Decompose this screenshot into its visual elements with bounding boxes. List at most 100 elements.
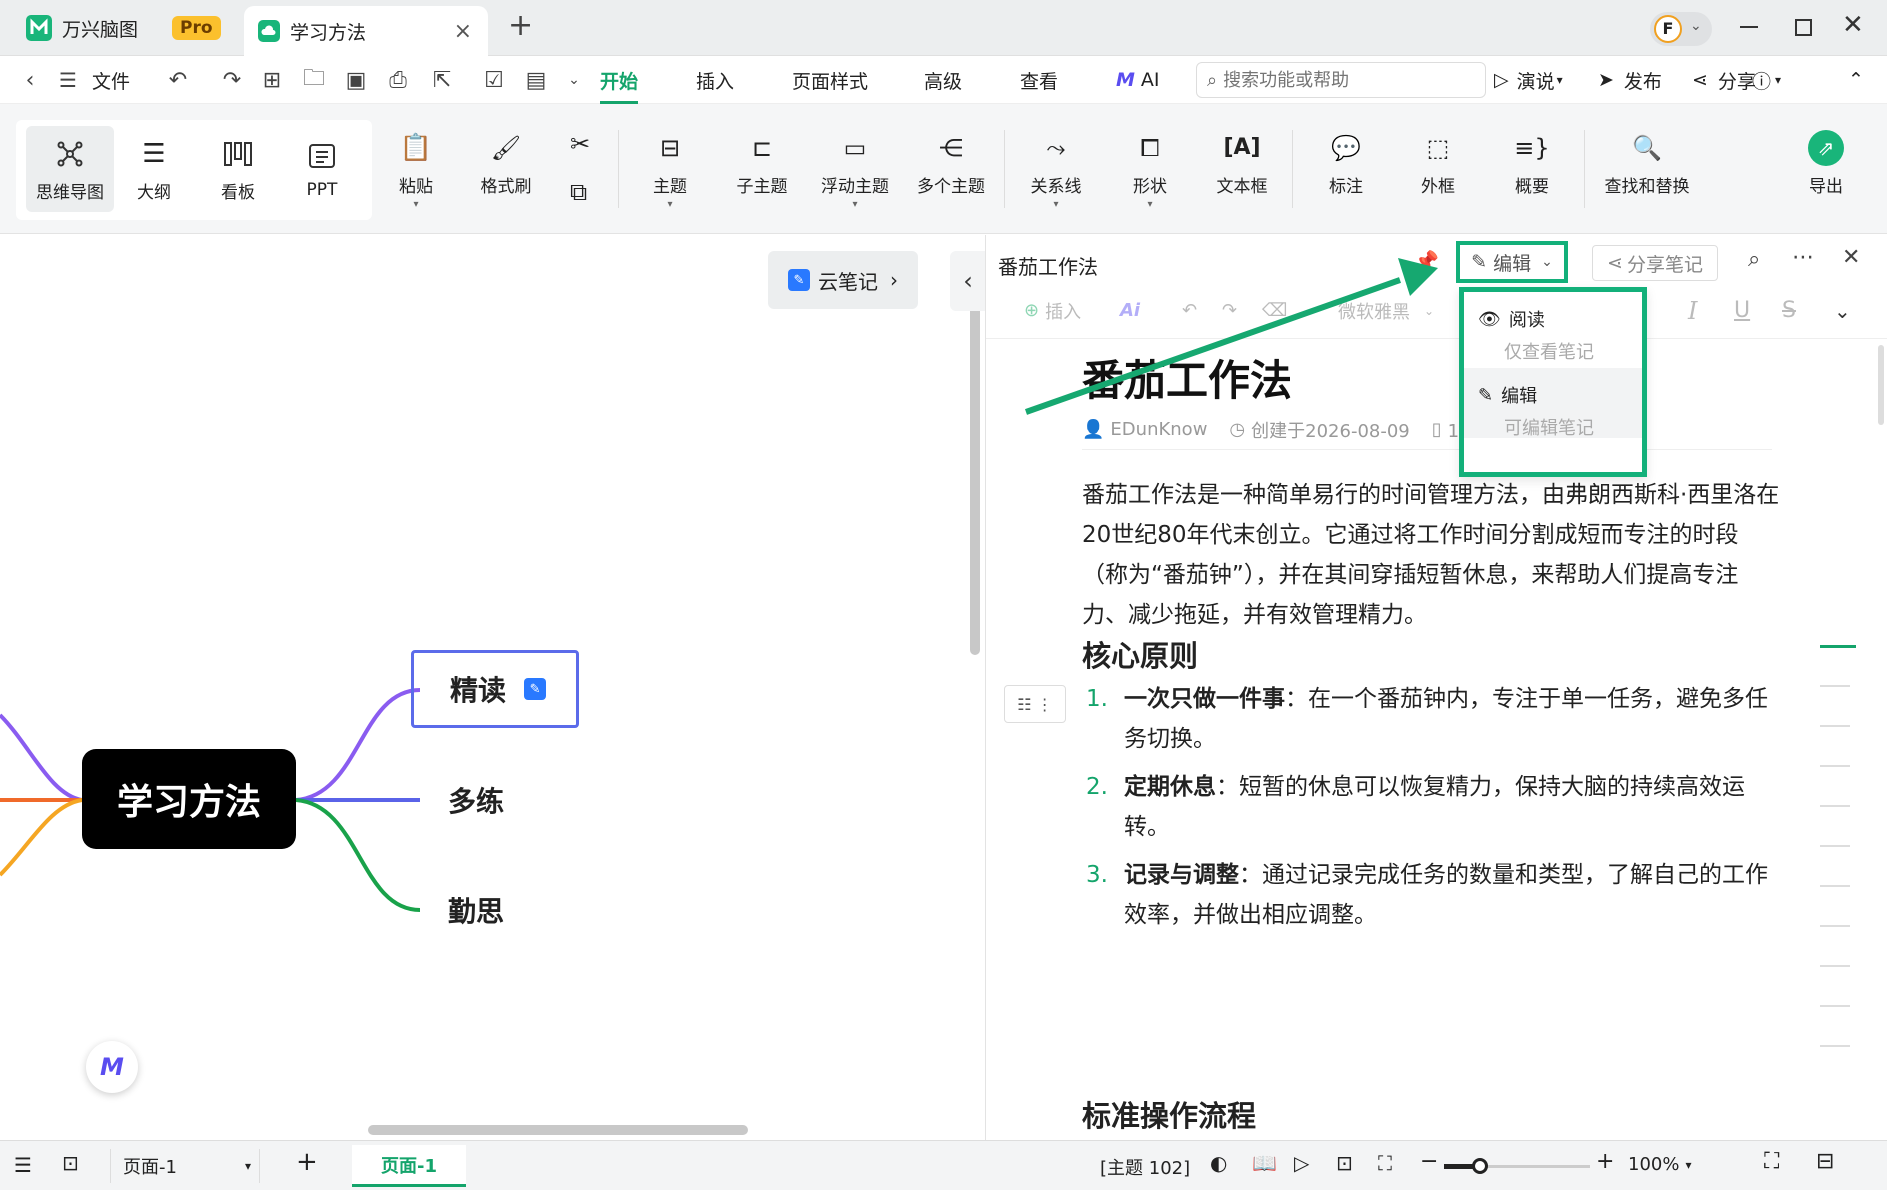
present-button[interactable]: ▷ 演说 ▾ [1494,56,1563,104]
format-painter-button[interactable]: 🖌 格式刷 [470,104,542,234]
maximize-button[interactable] [1795,19,1812,36]
zoom-slider[interactable] [1444,1158,1590,1174]
note-intro[interactable]: 番茄工作法是一种简单易行的时间管理方法，由弗朗西斯科·西里洛在20世纪80年代末… [1082,475,1782,635]
close-panel-icon[interactable]: ✕ [1842,245,1860,270]
view-ppt[interactable]: PPT [286,104,358,234]
floating-topic-button[interactable]: ▭ 浮动主题 ▾ [812,104,898,234]
principle-3[interactable]: 3. 记录与调整：通过记录完成任务的数量和类型，了解自己的工作效率，并做出相应调… [1086,855,1786,935]
subtopic-duolian[interactable]: 多练 [448,780,504,820]
search-box[interactable]: ⌕ [1196,62,1486,98]
cut-icon[interactable]: ✂ [570,130,590,158]
ai-assistant-button[interactable]: M [86,1041,138,1093]
save-icon[interactable]: ▣ [342,66,370,94]
outline-tick[interactable] [1820,1005,1850,1007]
share-button[interactable]: ⋖ 分享 [1692,56,1756,104]
new-tab-button[interactable]: + [508,8,533,43]
tab-page-style[interactable]: 页面样式 [792,56,868,104]
principle-1[interactable]: 1. 一次只做一件事：在一个番茄钟内，专注于单一任务，避免多任务切换。 [1086,679,1786,759]
print-icon[interactable]: ⎙ [384,66,412,94]
export-button[interactable]: ⇗ 导出 [1790,104,1862,234]
italic-icon[interactable]: I [1688,297,1697,325]
outline-tick[interactable] [1820,885,1850,887]
edit-mode-button[interactable]: ✎ 编辑 ⌄ [1456,241,1568,283]
close-tab-icon[interactable]: × [454,19,472,44]
undo-icon[interactable]: ↶ [164,66,192,94]
share-note-button[interactable]: ⋖ 分享笔记 [1592,245,1718,281]
outline-tick[interactable] [1820,765,1850,767]
close-window-button[interactable]: ✕ [1842,10,1864,40]
fullscreen-icon[interactable]: ⛶ [1764,1149,1779,1174]
collapse-ribbon-icon[interactable]: ⌃ [1848,56,1864,104]
slides-view-icon[interactable]: ⊡ [62,1151,79,1175]
relationship-button[interactable]: ⤳ 关系线 ▾ [1018,104,1094,234]
pro-badge[interactable]: Pro [172,16,221,40]
outline-view-icon[interactable]: ☰ [14,1153,32,1177]
outline-tick[interactable] [1820,965,1850,967]
more-options-icon[interactable]: ⋯ [1792,245,1814,270]
fit-page-icon[interactable]: ⊡ [1336,1151,1353,1175]
cloud-note-button[interactable]: ✎ 云笔记 › [768,251,918,309]
zoom-in-button[interactable]: + [1596,1149,1614,1174]
mindmap-canvas[interactable]: ✎ 云笔记 › 学习方法 精读 ✎ 多练 勤思 M ‹ [0,235,986,1140]
principle-2[interactable]: 2. 定期休息：短暂的休息可以恢复精力，保持大脑的持续高效运转。 [1086,767,1786,847]
outline-tick[interactable] [1820,845,1850,847]
view-kanban[interactable]: 看板 [202,104,274,234]
summary-button[interactable]: ≡} 概要 [1494,104,1570,234]
book-icon[interactable]: 📖 [1252,1151,1277,1175]
check-icon[interactable]: ☑ [480,66,508,94]
minimize-button[interactable] [1740,26,1758,28]
subtopic-button[interactable]: ⊏ 子主题 [726,104,798,234]
note-scrollbar[interactable] [1878,345,1884,425]
search-input[interactable] [1223,69,1464,91]
user-avatar[interactable]: F ⌄ [1650,12,1712,46]
app-tab[interactable]: 万兴脑图 Pro [14,6,234,50]
outline-tick-active[interactable] [1820,645,1856,648]
outline-tick[interactable] [1820,1045,1850,1047]
chevron-down-icon[interactable]: ⌄ [1834,299,1851,323]
file-menu[interactable]: 文件 [92,56,130,104]
topic-button[interactable]: ⊟ 主题 ▾ [634,104,706,234]
fullscreen-fit-icon[interactable]: ⛶ [1378,1151,1392,1175]
shape-button[interactable]: ⧠ 形状 ▾ [1112,104,1188,234]
textbox-button[interactable]: [A] 文本框 [1204,104,1280,234]
search-icon[interactable]: ⌕ [1748,247,1760,272]
tab-insert[interactable]: 插入 [696,56,734,104]
note-icon[interactable]: ✎ [524,678,547,700]
strikethrough-icon[interactable]: S [1782,298,1796,323]
dropdown-read-option[interactable]: 👁 阅读 仅查看笔记 [1464,292,1642,364]
outline-tick[interactable] [1820,805,1850,807]
undo-icon[interactable]: ↶ [1182,300,1197,321]
tab-start[interactable]: 开始 [600,56,639,104]
outline-navigator[interactable] [1820,645,1860,1047]
zoom-select[interactable]: 100% ▾ [1628,1154,1692,1175]
boundary-button[interactable]: ⬚ 外框 [1400,104,1476,234]
panel-toggle-icon[interactable]: ⊟ [1816,1149,1834,1174]
tab-advanced[interactable]: 高级 [924,56,962,104]
font-select[interactable]: 微软雅黑 ⌄ [1338,298,1434,324]
insert-button[interactable]: ⊕ 插入 [1024,298,1081,324]
outline-tick[interactable] [1820,685,1850,687]
zoom-out-button[interactable]: − [1420,1149,1438,1174]
saveas-icon[interactable]: ▤ [522,66,550,94]
theme-icon[interactable]: ◐ [1210,1151,1227,1175]
play-icon[interactable]: ▷ [1294,1151,1309,1175]
zoom-slider-thumb[interactable] [1472,1158,1488,1174]
dropdown-edit-option[interactable]: ✎ 编辑 可编辑笔记 [1464,368,1642,439]
list-style-button[interactable]: ☷ ⋮ [1004,685,1066,723]
central-topic[interactable]: 学习方法 [82,749,296,849]
paste-button[interactable]: 📋 粘贴 ▾ [380,104,452,234]
horizontal-scrollbar[interactable] [368,1125,748,1135]
publish-button[interactable]: ➤ 发布 [1598,56,1662,104]
redo-icon[interactable]: ↷ [1222,300,1237,321]
multi-topic-button[interactable]: ⋲ 多个主题 [908,104,994,234]
open-folder-icon[interactable]: 🗀 [300,66,328,94]
ai-icon[interactable]: Ai [1120,300,1140,321]
export-share-icon[interactable]: ⇱ [428,66,456,94]
subtopic-jingdu[interactable]: 精读 ✎ [411,650,579,728]
eraser-icon[interactable]: ⌫ [1262,300,1287,321]
find-replace-button[interactable]: 🔍 查找和替换 [1596,104,1698,234]
more-dropdown-icon[interactable]: ⌄ [560,66,588,94]
view-mindmap[interactable]: 思维导图 [26,126,114,212]
back-icon[interactable]: ‹ [16,66,44,94]
help-button[interactable]: ⓘ ▾ [1752,56,1781,104]
